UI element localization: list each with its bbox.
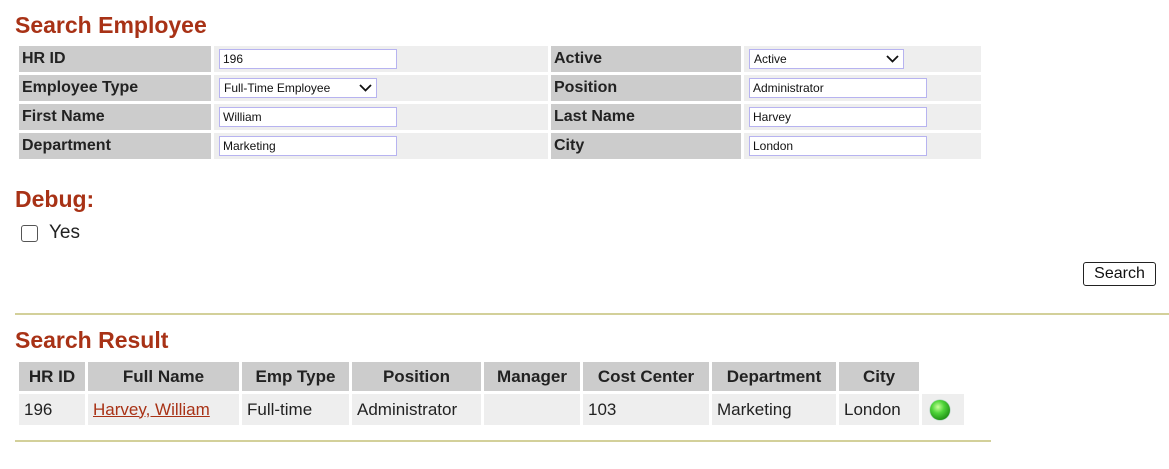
column-header-city: City [839,362,919,391]
green-status-icon [930,399,950,420]
debug-option: Yes [21,222,80,244]
column-header-cost-center: Cost Center [583,362,709,391]
results-table: HR ID Full Name Emp Type Position Manage… [16,359,967,428]
cell-emp-type: Full-time [242,394,349,425]
divider-bottom [15,440,991,442]
search-form: HR ID Active Active Employee Type Full-T… [16,43,984,162]
results-header-row: HR ID Full Name Emp Type Position Manage… [19,362,964,391]
chevron-down-icon [359,84,372,92]
search-button[interactable]: Search [1083,262,1156,286]
chevron-down-icon [886,55,899,63]
cell-hr-id: 196 [19,394,85,425]
cell-position: Administrator [352,394,481,425]
column-header-emp-type: Emp Type [242,362,349,391]
table-row: 196 Harvey, William Full-time Administra… [19,394,964,425]
debug-checkbox-label: Yes [49,222,80,243]
city-input[interactable] [749,136,927,156]
column-header-department: Department [712,362,836,391]
column-header-position: Position [352,362,481,391]
hr-id-input[interactable] [219,49,397,69]
search-result-title: Search Result [15,327,169,353]
employee-type-select-value: Full-Time Employee [224,81,331,95]
debug-checkbox[interactable] [21,224,38,242]
employee-name-link[interactable]: Harvey, William [93,400,210,419]
cell-manager [484,394,580,425]
last-name-input[interactable] [749,107,927,127]
position-input[interactable] [749,78,927,98]
column-header-manager: Manager [484,362,580,391]
cell-cost-center: 103 [583,394,709,425]
first-name-input[interactable] [219,107,397,127]
debug-title: Debug: [15,186,95,212]
last-name-label: Last Name [551,104,741,130]
column-header-full-name: Full Name [88,362,239,391]
position-label: Position [551,75,741,101]
department-label: Department [19,133,211,159]
employee-type-label: Employee Type [19,75,211,101]
divider-top [15,313,1169,315]
city-label: City [551,133,741,159]
department-input[interactable] [219,136,397,156]
column-header-hr-id: HR ID [19,362,85,391]
cell-city: London [839,394,919,425]
employee-type-select[interactable]: Full-Time Employee [219,78,377,98]
active-label: Active [551,46,741,72]
hr-id-label: HR ID [19,46,211,72]
active-select[interactable]: Active [749,49,904,69]
active-select-value: Active [754,52,787,66]
first-name-label: First Name [19,104,211,130]
cell-department: Marketing [712,394,836,425]
search-employee-title: Search Employee [15,12,207,38]
